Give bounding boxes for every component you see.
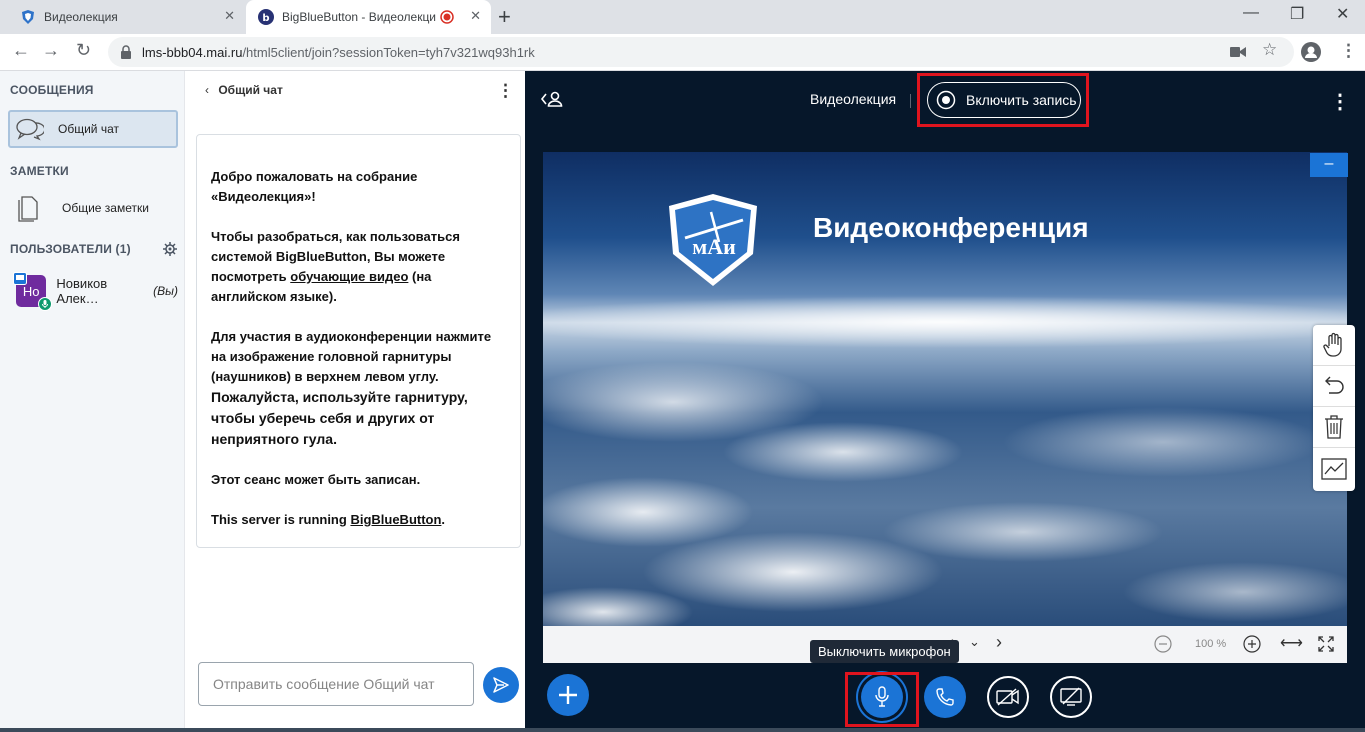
meeting-title: Видеолекция bbox=[810, 91, 897, 107]
recording-dot-icon bbox=[440, 10, 454, 24]
tutorial-link[interactable]: обучающие видео bbox=[290, 269, 408, 284]
multi-user-tool[interactable] bbox=[1313, 448, 1355, 489]
hand-tool[interactable] bbox=[1313, 325, 1355, 366]
restore-window-icon[interactable]: ❐ bbox=[1290, 4, 1304, 24]
microphone-highlight-frame bbox=[845, 672, 919, 727]
microphone-status-icon bbox=[38, 297, 52, 311]
fullscreen-icon[interactable] bbox=[1318, 636, 1334, 652]
close-window-icon[interactable]: ✕ bbox=[1336, 4, 1349, 24]
toggle-userlist-icon[interactable] bbox=[540, 89, 564, 109]
actions-button[interactable] bbox=[547, 674, 589, 716]
share-webcam-button[interactable] bbox=[987, 676, 1029, 718]
welcome-paragraph: Добро пожаловать на собрание «Видеолекци… bbox=[211, 169, 418, 204]
chart-icon bbox=[1321, 457, 1347, 480]
browser-tab-videolecture[interactable]: Видеолекция ✕ bbox=[8, 0, 245, 34]
public-chat-label: Общий чат bbox=[58, 122, 119, 136]
title-divider bbox=[910, 94, 911, 108]
minimize-window-icon[interactable]: — bbox=[1243, 4, 1259, 22]
fit-width-icon[interactable]: ⟷ bbox=[1280, 633, 1303, 653]
presenter-icon bbox=[13, 272, 27, 285]
back-icon[interactable]: ← bbox=[12, 40, 30, 61]
undo-icon bbox=[1325, 376, 1344, 394]
chat-message-input[interactable] bbox=[198, 662, 474, 706]
tutorial-paragraph: Чтобы разобраться, как пользоваться сист… bbox=[211, 229, 460, 304]
zoom-in-icon[interactable] bbox=[1243, 635, 1261, 653]
browser-tabstrip: Видеолекция ✕ b BigBlueButton - Видеолек… bbox=[0, 0, 1365, 34]
url-path: /html5client/join?sessionToken=tyh7v321w… bbox=[242, 45, 535, 60]
chevron-left-icon: ‹ bbox=[205, 83, 209, 97]
tab-title: Видеолекция bbox=[44, 10, 118, 24]
notes-section-title: ЗАМЕТКИ bbox=[10, 164, 69, 178]
chat-panel: ‹ Общий чат ⋮ Добро пожаловать на собран… bbox=[184, 71, 524, 732]
hand-icon bbox=[1323, 332, 1342, 357]
zoom-level: 100 % bbox=[1195, 638, 1227, 650]
lock-icon bbox=[121, 45, 131, 59]
recording-notice: Этот сеанс может быть записан. bbox=[211, 472, 421, 487]
messages-section-title: СООБЩЕНИЯ bbox=[10, 83, 94, 97]
server-info: This server is running BigBlueButton. bbox=[211, 512, 446, 527]
send-icon bbox=[493, 677, 509, 693]
public-chat-item[interactable]: Общий чат bbox=[8, 110, 178, 148]
mai-favicon-icon bbox=[22, 10, 34, 24]
whiteboard-toolbar bbox=[1313, 325, 1355, 491]
profile-icon[interactable] bbox=[1301, 42, 1321, 62]
users-section-title: ПОЛЬЗОВАТЕЛИ (1) bbox=[10, 242, 131, 256]
star-icon[interactable]: ☆ bbox=[1262, 40, 1277, 60]
bbb-favicon-icon: b bbox=[258, 9, 274, 25]
chat-header[interactable]: ‹ Общий чат bbox=[205, 83, 283, 97]
chevron-down-icon[interactable]: ⌄ bbox=[969, 634, 980, 650]
document-icon bbox=[18, 196, 38, 222]
phone-icon bbox=[936, 688, 954, 706]
close-icon[interactable]: ✕ bbox=[224, 8, 235, 24]
gear-icon[interactable] bbox=[163, 242, 177, 256]
user-list-panel: СООБЩЕНИЯ Общий чат ЗАМЕТКИ Общие заметк… bbox=[0, 71, 184, 732]
main-area: Видеолекция Включить запись ⋮ мАи Видеок… bbox=[525, 71, 1365, 732]
you-label: (Вы) bbox=[153, 284, 178, 298]
trash-icon bbox=[1325, 415, 1343, 439]
mute-tooltip: Выключить микрофон bbox=[810, 640, 959, 663]
undo-tool[interactable] bbox=[1313, 366, 1355, 407]
taskbar-edge bbox=[0, 728, 1365, 732]
svg-text:b: b bbox=[262, 13, 269, 24]
bbb-link[interactable]: BigBlueButton bbox=[350, 512, 441, 527]
send-message-button[interactable] bbox=[483, 667, 519, 703]
shared-notes-item[interactable]: Общие заметки bbox=[8, 189, 178, 227]
forward-icon[interactable]: → bbox=[42, 40, 60, 61]
url-host: lms-bbb04.mai.ru bbox=[142, 45, 243, 60]
user-name: Новиков Алек… bbox=[56, 276, 108, 306]
chat-bubbles-icon bbox=[16, 118, 44, 141]
zoom-out-icon[interactable] bbox=[1154, 635, 1172, 653]
close-icon[interactable]: ✕ bbox=[470, 8, 481, 24]
browser-menu-icon[interactable]: ⋮ bbox=[1340, 41, 1357, 61]
leave-audio-button[interactable] bbox=[924, 676, 966, 718]
slide-title: Видеоконференция bbox=[813, 212, 1089, 243]
options-menu-icon[interactable]: ⋮ bbox=[1330, 89, 1350, 114]
recording-highlight-frame bbox=[917, 73, 1089, 127]
shared-notes-label: Общие заметки bbox=[62, 201, 149, 215]
browser-toolbar: ← → ↻ lms-bbb04.mai.ru/html5client/join?… bbox=[0, 34, 1365, 71]
clear-tool[interactable] bbox=[1313, 407, 1355, 448]
avatar: Но bbox=[13, 272, 52, 311]
chat-options-icon[interactable]: ⋮ bbox=[497, 81, 514, 101]
share-screen-button[interactable] bbox=[1050, 676, 1092, 718]
browser-tab-bbb[interactable]: b BigBlueButton - Видеолекци ✕ bbox=[246, 0, 491, 34]
camera-off-icon bbox=[996, 688, 1019, 706]
user-list-item[interactable]: Но Новиков Алек… (Вы) bbox=[8, 271, 178, 311]
new-tab-icon[interactable]: + bbox=[498, 4, 511, 30]
reload-icon[interactable]: ↻ bbox=[76, 40, 91, 61]
address-bar[interactable]: lms-bbb04.mai.ru/html5client/join?sessio… bbox=[108, 37, 1294, 67]
tab-title: BigBlueButton - Видеолекци bbox=[282, 10, 437, 24]
screen-share-off-icon bbox=[1060, 687, 1082, 706]
chat-title: Общий чат bbox=[218, 83, 283, 97]
logo-text: мАи bbox=[692, 234, 736, 259]
audio-paragraph: Для участия в аудиоконференции нажмите н… bbox=[211, 329, 492, 447]
next-slide-icon[interactable]: › bbox=[996, 632, 1002, 653]
plus-icon bbox=[559, 686, 577, 704]
camera-permission-icon[interactable] bbox=[1230, 46, 1246, 58]
url-text: lms-bbb04.mai.ru/html5client/join?sessio… bbox=[142, 45, 535, 60]
minimize-presentation-button[interactable]: – bbox=[1310, 153, 1348, 177]
presentation-slide: мАи Видеоконференция bbox=[543, 152, 1347, 626]
welcome-message: Добро пожаловать на собрание «Видеолекци… bbox=[196, 134, 521, 548]
